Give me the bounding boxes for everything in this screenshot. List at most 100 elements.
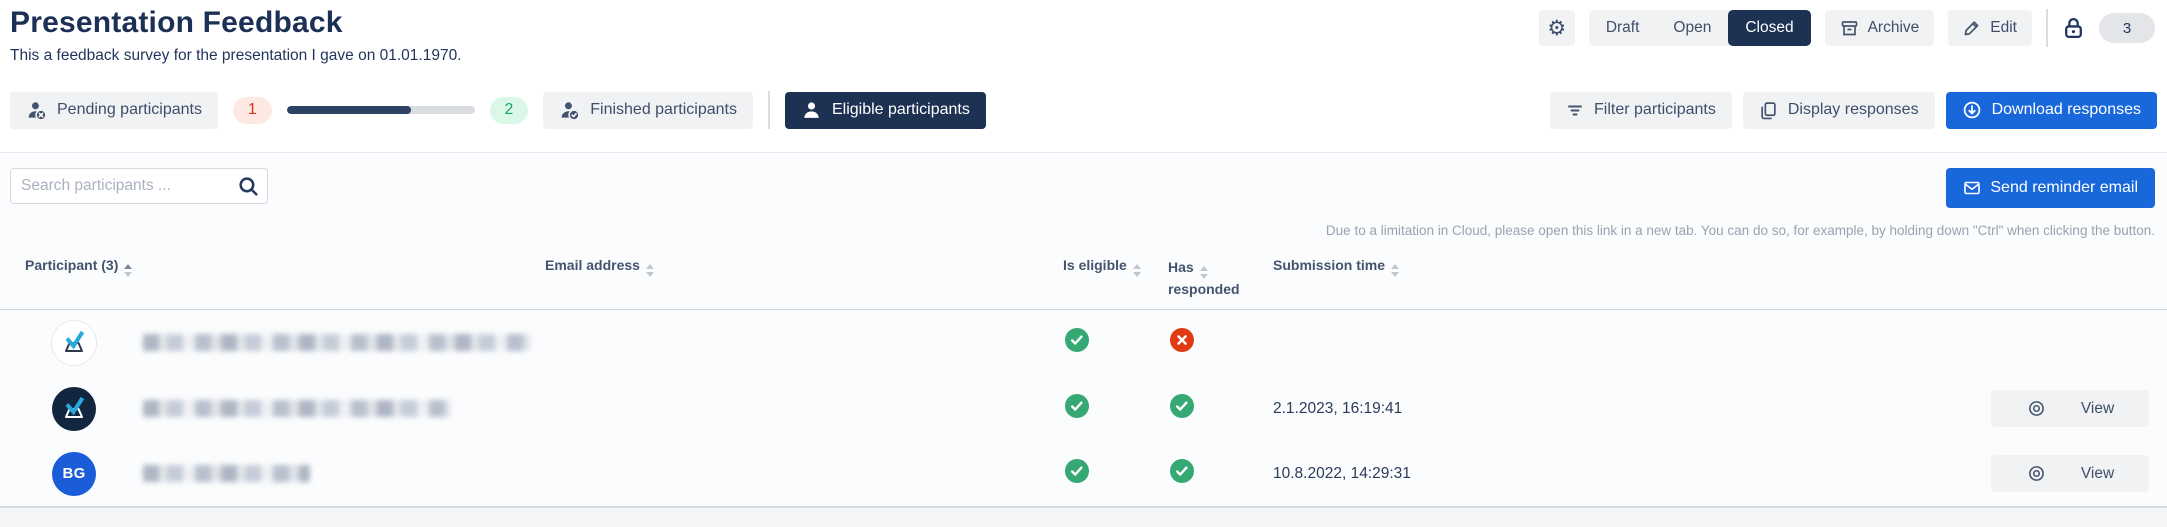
send-reminder-email-label: Send reminder email <box>1990 179 2138 197</box>
filter-icon <box>1566 101 1584 119</box>
column-header-email[interactable]: Email address <box>545 257 1055 277</box>
column-header-participant[interactable]: Participant (3) <box>25 257 545 277</box>
submission-time-cell: 2.1.2023, 16:19:41 <box>1265 400 1980 418</box>
app-logo-icon <box>52 387 96 431</box>
status-segmented-control: Draft Open Closed <box>1589 10 1811 46</box>
search-icon <box>237 175 260 198</box>
check-circle-icon <box>1065 394 1089 418</box>
is-eligible-cell <box>1055 394 1160 423</box>
action-cell: View <box>1980 455 2167 492</box>
participants-toolbar: Pending participants 1 2 Finished partic… <box>0 91 2167 129</box>
table-header-row: Participant (3) Email address Is eligibl… <box>0 251 2167 310</box>
send-reminder-email-button[interactable]: Send reminder email <box>1946 168 2155 208</box>
view-response-button[interactable]: View <box>1991 390 2149 427</box>
eligible-participants-label: Eligible participants <box>832 101 970 119</box>
person-icon <box>801 100 822 121</box>
survey-controls: ⚙ Draft Open Closed Archive Edit 3 <box>1539 9 2155 47</box>
download-icon <box>1962 100 1982 120</box>
app-logo-icon <box>52 321 96 365</box>
reminder-column: Send reminder email Due to a limitation … <box>1326 168 2155 238</box>
download-responses-button[interactable]: Download responses <box>1946 92 2157 129</box>
sort-icon <box>646 264 654 277</box>
table-row: BG 10.8.2022, 14:29:31 V <box>0 442 2167 508</box>
search-box <box>10 168 268 204</box>
redacted-participant-name <box>143 465 310 482</box>
participants-table: Participant (3) Email address Is eligibl… <box>0 251 2167 508</box>
lock-icon <box>2062 16 2085 41</box>
pencil-icon <box>1963 19 1981 37</box>
finished-count-badge: 2 <box>490 97 529 124</box>
display-responses-button[interactable]: Display responses <box>1743 92 1935 129</box>
x-circle-icon <box>1170 328 1194 352</box>
edit-label: Edit <box>1990 19 2017 37</box>
participant-cell <box>25 321 545 365</box>
view-label: View <box>2081 400 2114 418</box>
sort-icon <box>1133 264 1141 277</box>
edit-button[interactable]: Edit <box>1948 10 2032 46</box>
check-circle-icon <box>1170 459 1194 483</box>
search-row: Send reminder email Due to a limitation … <box>0 153 2167 238</box>
avatar <box>52 321 96 365</box>
submission-time-cell: 10.8.2022, 14:29:31 <box>1265 465 1980 483</box>
copy-icon <box>1759 101 1778 120</box>
participant-cell: BG <box>25 452 545 496</box>
response-count-badge: 3 <box>2099 13 2155 43</box>
participant-cell <box>25 387 545 431</box>
display-responses-label: Display responses <box>1788 101 1919 119</box>
eye-icon <box>2026 398 2047 419</box>
table-row <box>0 310 2167 376</box>
search-participants-input[interactable] <box>10 168 268 204</box>
avatar <box>52 387 96 431</box>
progress-fill <box>287 106 411 114</box>
has-responded-cell <box>1160 459 1265 488</box>
sort-icon <box>124 264 132 277</box>
avatar: BG <box>52 452 96 496</box>
view-response-button[interactable]: View <box>1991 455 2149 492</box>
action-cell: View <box>1980 390 2167 427</box>
status-tab-closed[interactable]: Closed <box>1728 10 1810 46</box>
title-block: Presentation Feedback This a feedback su… <box>10 6 462 65</box>
is-eligible-cell <box>1055 459 1160 488</box>
check-circle-icon <box>1065 459 1089 483</box>
column-header-submission-time[interactable]: Submission time <box>1265 257 1980 277</box>
filter-participants-button[interactable]: Filter participants <box>1550 92 1732 129</box>
status-tab-open[interactable]: Open <box>1656 10 1728 46</box>
participants-toolbar-right: Filter participants Display responses Do… <box>1550 92 2157 129</box>
view-label: View <box>2081 465 2114 483</box>
sort-icon <box>1391 264 1399 277</box>
column-header-is-eligible[interactable]: Is eligible <box>1055 257 1160 277</box>
has-responded-cell <box>1160 328 1265 357</box>
pending-count-badge: 1 <box>233 97 272 124</box>
eligible-participants-button[interactable]: Eligible participants <box>785 92 986 129</box>
table-row: 2.1.2023, 16:19:41 View <box>0 376 2167 442</box>
download-responses-label: Download responses <box>1992 101 2141 119</box>
redacted-participant-name <box>143 334 530 351</box>
participation-progress-bar <box>287 106 475 114</box>
pending-participants-label: Pending participants <box>57 101 202 119</box>
envelope-icon <box>1963 179 1981 197</box>
is-eligible-cell <box>1055 328 1160 357</box>
person-check-icon <box>559 100 580 121</box>
column-header-has-responded[interactable]: Has responded <box>1160 257 1265 299</box>
page-header: Presentation Feedback This a feedback su… <box>0 0 2167 65</box>
participants-section: Send reminder email Due to a limitation … <box>0 152 2167 519</box>
gear-icon: ⚙ <box>1547 18 1566 39</box>
pending-participants-button[interactable]: Pending participants <box>10 92 218 129</box>
page-subtitle: This a feedback survey for the presentat… <box>10 47 462 65</box>
archive-button[interactable]: Archive <box>1825 10 1935 46</box>
page-title: Presentation Feedback <box>10 6 462 40</box>
participants-toolbar-left: Pending participants 1 2 Finished partic… <box>10 91 986 129</box>
toolbar-divider <box>768 91 770 129</box>
archive-icon <box>1840 19 1859 38</box>
status-tab-draft[interactable]: Draft <box>1589 10 1657 46</box>
eye-icon <box>2026 463 2047 484</box>
filter-participants-label: Filter participants <box>1594 101 1716 119</box>
redacted-participant-name <box>143 400 450 417</box>
check-circle-icon <box>1170 394 1194 418</box>
archive-label: Archive <box>1868 19 1920 37</box>
finished-participants-label: Finished participants <box>590 101 737 119</box>
cloud-limitation-note: Due to a limitation in Cloud, please ope… <box>1326 223 2155 238</box>
finished-participants-button[interactable]: Finished participants <box>543 92 753 129</box>
settings-button[interactable]: ⚙ <box>1539 10 1575 46</box>
person-x-icon <box>26 100 47 121</box>
